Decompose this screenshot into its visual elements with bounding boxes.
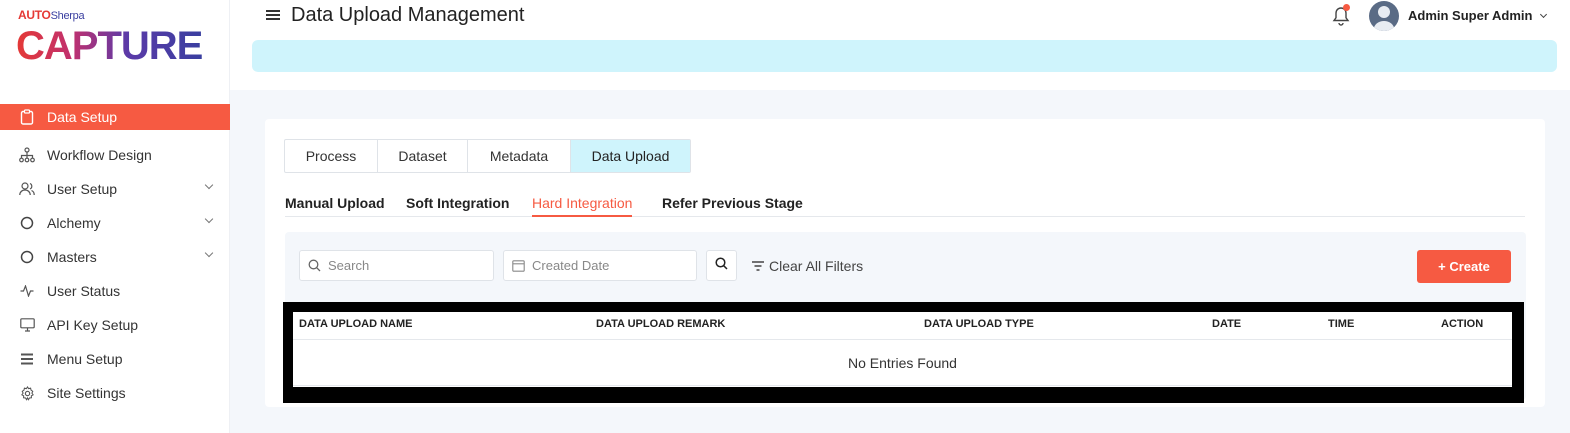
chevron-down-icon[interactable] xyxy=(1539,10,1548,19)
logo-capture-text: CAPTURE xyxy=(16,24,203,68)
info-banner xyxy=(252,40,1557,72)
sidebar-item-label: Masters xyxy=(47,249,97,265)
circle-icon xyxy=(18,248,36,266)
tab-metadata[interactable]: Metadata xyxy=(468,140,571,172)
logo-brand: AUTOSherpa xyxy=(18,8,85,22)
sidebar-item-menu-setup[interactable]: Menu Setup xyxy=(0,342,230,376)
search-icon xyxy=(308,259,322,273)
sidebar-item-label: Menu Setup xyxy=(47,351,123,367)
subtab-soft-integration[interactable]: Soft Integration xyxy=(406,195,509,211)
column-header-name[interactable]: DATA UPLOAD NAME xyxy=(299,318,412,330)
table-header: DATA UPLOAD NAME DATA UPLOAD REMARK DATA… xyxy=(293,312,1512,340)
avatar[interactable] xyxy=(1369,1,1399,31)
sidebar-item-label: Site Settings xyxy=(47,385,126,401)
notification-dot xyxy=(1343,4,1350,11)
sidebar-item-api-key-setup[interactable]: API Key Setup xyxy=(0,308,230,342)
create-button[interactable]: + Create xyxy=(1417,250,1511,283)
monitor-icon xyxy=(18,316,36,334)
sidebar: AUTOSherpa CAPTURE Data Setup Workflow D… xyxy=(0,0,230,433)
column-header-remark[interactable]: DATA UPLOAD REMARK xyxy=(596,318,725,330)
logo-auto-text: AUTO xyxy=(18,8,51,22)
clear-filters-button[interactable]: Clear All Filters xyxy=(752,258,863,274)
activity-icon xyxy=(18,282,36,300)
column-header-action: ACTION xyxy=(1441,318,1484,330)
chevron-down-icon xyxy=(204,180,214,190)
date-placeholder: Created Date xyxy=(532,258,610,273)
subtab-refer-previous-stage[interactable]: Refer Previous Stage xyxy=(662,195,803,211)
gear-icon xyxy=(18,384,36,402)
subtab-manual-upload[interactable]: Manual Upload xyxy=(285,195,385,211)
tab-label: Metadata xyxy=(489,148,549,164)
search-placeholder: Search xyxy=(328,258,370,273)
sub-tabs: Manual Upload Soft Integration Hard Inte… xyxy=(285,193,1525,217)
sidebar-item-site-settings[interactable]: Site Settings xyxy=(0,376,230,410)
clear-filters-label: Clear All Filters xyxy=(769,258,864,274)
top-header: Data Upload Management Admin Super Admin xyxy=(230,0,1570,90)
sidebar-item-label: User Setup xyxy=(47,181,118,197)
clipboard-icon xyxy=(18,108,36,126)
sidebar-item-label: User Status xyxy=(47,283,121,299)
app-logo[interactable]: AUTOSherpa CAPTURE xyxy=(16,6,216,68)
sidebar-item-workflow-design[interactable]: Workflow Design xyxy=(0,138,230,172)
chevron-down-icon xyxy=(204,214,214,224)
sidebar-item-data-setup[interactable]: Data Setup xyxy=(0,104,230,130)
calendar-icon xyxy=(512,259,526,273)
circle-icon xyxy=(18,214,36,232)
list-icon xyxy=(18,350,36,368)
search-button[interactable] xyxy=(706,250,737,281)
logo-sherpa-text: Sherpa xyxy=(50,10,85,22)
sidebar-item-label: API Key Setup xyxy=(47,317,139,333)
filter-icon xyxy=(752,261,764,271)
sidebar-item-label: Data Setup xyxy=(47,109,118,125)
tab-process[interactable]: Process xyxy=(285,140,378,172)
search-input[interactable]: Search xyxy=(299,250,494,281)
sidebar-item-label: Alchemy xyxy=(47,215,101,231)
chevron-down-icon xyxy=(204,248,214,258)
users-icon xyxy=(18,180,36,198)
column-header-time[interactable]: TIME xyxy=(1328,318,1354,330)
created-date-field[interactable]: Created Date xyxy=(503,250,697,281)
sidebar-item-masters[interactable]: Masters xyxy=(0,240,230,274)
tab-label: Dataset xyxy=(398,148,447,164)
notification-bell-icon[interactable] xyxy=(1331,4,1351,27)
tab-data-upload[interactable]: Data Upload xyxy=(571,140,690,172)
user-name[interactable]: Admin Super Admin xyxy=(1408,8,1532,23)
page-title: Data Upload Management xyxy=(291,4,525,26)
sidebar-item-alchemy[interactable]: Alchemy xyxy=(0,206,230,240)
subtab-hard-integration[interactable]: Hard Integration xyxy=(532,195,633,217)
main-tabs: Process Dataset Metadata Data Upload xyxy=(284,139,691,173)
sidebar-item-user-status[interactable]: User Status xyxy=(0,274,230,308)
empty-state-text: No Entries Found xyxy=(293,340,1512,386)
data-upload-table: DATA UPLOAD NAME DATA UPLOAD REMARK DATA… xyxy=(293,312,1512,387)
column-header-date[interactable]: DATE xyxy=(1212,318,1241,330)
tab-label: Process xyxy=(305,148,357,164)
search-icon xyxy=(715,256,728,275)
tab-dataset[interactable]: Dataset xyxy=(378,140,468,172)
hierarchy-icon xyxy=(18,146,36,164)
menu-toggle-icon[interactable] xyxy=(266,10,280,22)
sidebar-item-label: Workflow Design xyxy=(47,147,152,163)
table-highlight-frame: DATA UPLOAD NAME DATA UPLOAD REMARK DATA… xyxy=(283,302,1524,403)
sidebar-menu: Data Setup Workflow Design User Setup Al… xyxy=(0,104,230,410)
sidebar-item-user-setup[interactable]: User Setup xyxy=(0,172,230,206)
column-header-type[interactable]: DATA UPLOAD TYPE xyxy=(924,318,1034,330)
tab-label: Data Upload xyxy=(591,148,670,164)
